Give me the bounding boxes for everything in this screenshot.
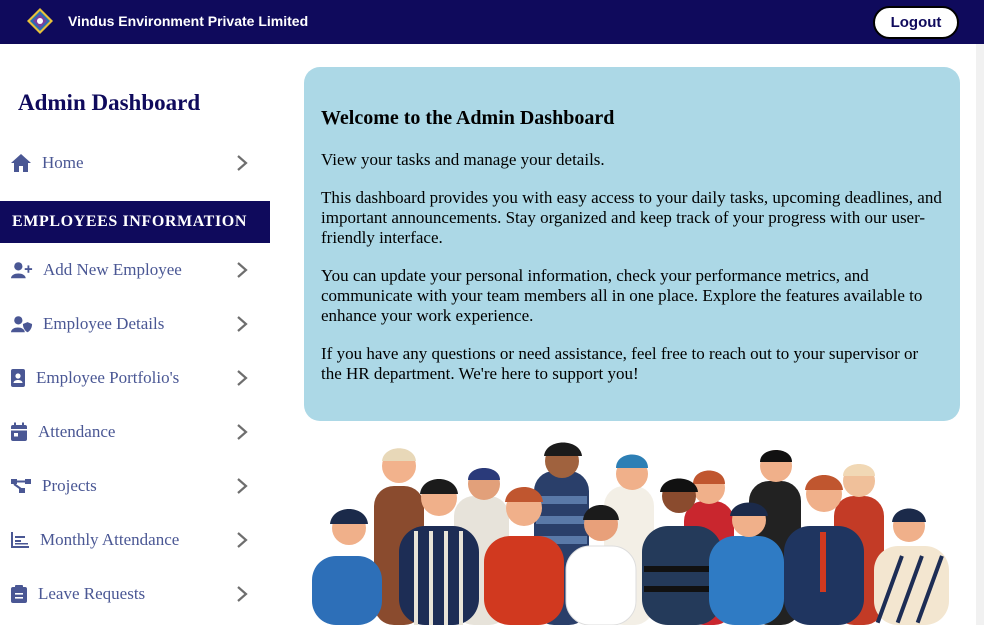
welcome-paragraph: This dashboard provides you with easy ac… xyxy=(321,188,942,247)
sidebar-item-label: Leave Requests xyxy=(38,584,146,603)
welcome-card: Welcome to the Admin Dashboard View your… xyxy=(304,67,960,421)
welcome-paragraph: You can update your personal information… xyxy=(321,266,923,325)
sidebar-item-employee-details[interactable]: Employee Details xyxy=(0,304,270,344)
sidebar-item-leave-requests[interactable]: Leave Requests xyxy=(0,574,270,614)
chevron-right-icon xyxy=(237,370,248,386)
sidebar-item-monthly-attendance[interactable]: Monthly Attendance xyxy=(0,520,270,560)
section-header-employees: EMPLOYEES INFORMATION xyxy=(0,201,270,243)
sidebar-item-label: Add New Employee xyxy=(43,260,182,279)
sidebar-item-label: Attendance xyxy=(38,422,116,441)
welcome-title: Welcome to the Admin Dashboard xyxy=(321,107,615,129)
sidebar-item-label: Home xyxy=(42,153,84,172)
diamond-logo-icon xyxy=(27,8,53,34)
logout-button[interactable]: Logout xyxy=(873,6,959,39)
sidebar-item-label: Monthly Attendance xyxy=(40,530,180,549)
sidebar-item-attendance[interactable]: Attendance xyxy=(0,412,270,452)
project-diagram-icon xyxy=(10,475,32,497)
sidebar: Admin Dashboard Home EMPLOYEES INFORMATI… xyxy=(0,44,270,625)
sidebar-item-label: Employee Details xyxy=(43,314,165,333)
sidebar-item-add-new-employee[interactable]: Add New Employee xyxy=(0,250,270,290)
sidebar-item-label: Projects xyxy=(42,476,97,495)
sidebar-item-projects[interactable]: Projects xyxy=(0,466,270,506)
chevron-right-icon xyxy=(237,532,248,548)
id-badge-icon xyxy=(7,367,29,389)
calendar-icon xyxy=(8,421,30,443)
team-people-illustration xyxy=(312,442,949,625)
sidebar-item-label: Employee Portfolio's xyxy=(36,368,180,387)
chevron-right-icon xyxy=(237,478,248,494)
user-shield-icon xyxy=(11,313,33,335)
sidebar-item-home[interactable]: Home xyxy=(0,143,270,183)
chevron-right-icon xyxy=(237,155,248,171)
chevron-right-icon xyxy=(237,262,248,278)
home-icon xyxy=(10,152,32,174)
chevron-right-icon xyxy=(237,316,248,332)
welcome-paragraph: View your tasks and manage your details. xyxy=(321,150,605,169)
scrollbar[interactable] xyxy=(976,44,984,625)
welcome-paragraph: If you have any questions or need assist… xyxy=(321,344,919,383)
chevron-right-icon xyxy=(237,424,248,440)
sidebar-title: Admin Dashboard xyxy=(18,90,201,115)
top-navbar: Vindus Environment Private Limited Logou… xyxy=(0,0,984,44)
chart-bars-icon xyxy=(9,529,31,551)
sidebar-item-employee-portfolios[interactable]: Employee Portfolio's xyxy=(0,358,270,398)
clipboard-icon xyxy=(8,583,30,605)
chevron-right-icon xyxy=(237,586,248,602)
company-name: Vindus Environment Private Limited xyxy=(68,13,309,29)
user-plus-icon xyxy=(11,259,33,281)
